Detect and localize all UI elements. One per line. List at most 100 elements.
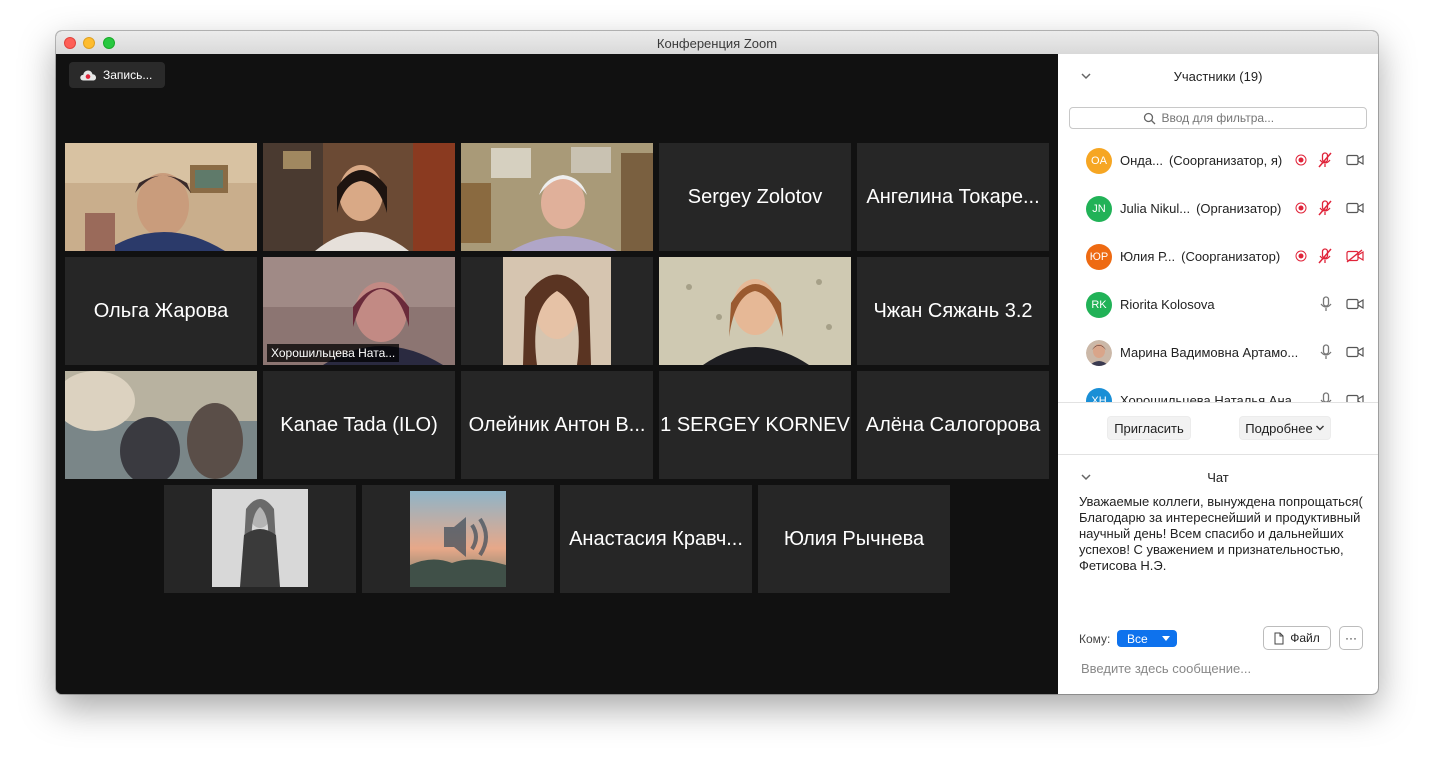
- participant-filter[interactable]: [1069, 107, 1367, 129]
- participant-row[interactable]: OA Онда... (Соорганизатор, я): [1058, 137, 1378, 185]
- more-options-label: Подробнее: [1245, 420, 1313, 436]
- video-camera-icon[interactable]: [1346, 154, 1364, 166]
- participant-name: Sergey Zolotov: [687, 185, 823, 208]
- record-label: Запись...: [103, 68, 153, 82]
- mic-muted-icon[interactable]: [1318, 200, 1332, 216]
- participant-row[interactable]: ЮР Юлия Р... (Соорганизатор): [1058, 233, 1378, 281]
- participant-row-name: Марина Вадимовна Артамо...: [1120, 345, 1299, 360]
- participant-name: Чжан Сяжань 3.2: [873, 299, 1033, 322]
- video-tile-1[interactable]: [65, 143, 257, 251]
- video-tile-3[interactable]: [461, 143, 653, 251]
- mic-icon[interactable]: [1320, 344, 1332, 360]
- recording-icon: [1295, 250, 1307, 262]
- participant-name: Ольга Жарова: [93, 299, 229, 322]
- chat-message-input[interactable]: [1079, 657, 1363, 679]
- participant-row-name: Riorita Kolosova: [1120, 297, 1215, 312]
- participant-video: [263, 143, 455, 251]
- video-tile-audio-avatar[interactable]: [362, 485, 554, 593]
- recording-icon: [1295, 154, 1307, 166]
- participant-name: 1 SERGEY KORNEV: [660, 413, 850, 436]
- cloud-record-icon: [80, 70, 97, 81]
- video-tile-5[interactable]: [65, 371, 257, 479]
- active-speaker-tile[interactable]: Хорошильцева Ната...: [263, 257, 455, 365]
- participant-row[interactable]: ХН Хорошильцева Наталья Ана...: [1058, 377, 1378, 402]
- file-button[interactable]: Файл: [1263, 626, 1331, 650]
- participant-role: (Соорганизатор): [1181, 249, 1281, 264]
- sidebar: Участники (19) OA Онда... (Соорганизатор,…: [1058, 54, 1378, 694]
- caret-down-icon: [1161, 635, 1170, 641]
- participant-tile-sergey-kornev[interactable]: 1 SERGEY KORNEV: [659, 371, 851, 479]
- video-tile-4[interactable]: [659, 257, 851, 365]
- video-camera-icon[interactable]: [1346, 298, 1364, 310]
- chevron-down-icon[interactable]: [1080, 71, 1092, 81]
- participant-tile-angelina[interactable]: Ангелина Токаре...: [857, 143, 1049, 251]
- mic-icon[interactable]: [1320, 392, 1332, 402]
- participant-tile-anastasia[interactable]: Анастасия Кравч...: [560, 485, 752, 593]
- video-camera-icon[interactable]: [1346, 394, 1364, 402]
- participant-tile-zhang[interactable]: Чжан Сяжань 3.2: [857, 257, 1049, 365]
- chevron-down-icon: [1315, 425, 1324, 431]
- video-tile-photo-bw[interactable]: [164, 485, 356, 593]
- mic-muted-icon[interactable]: [1318, 248, 1332, 264]
- file-icon: [1274, 632, 1284, 644]
- video-camera-icon[interactable]: [1346, 346, 1364, 358]
- window-title: Конференция Zoom: [656, 36, 778, 51]
- chat-title: Чат: [1207, 469, 1229, 485]
- mic-icon[interactable]: [1320, 296, 1332, 312]
- search-icon: [1143, 112, 1155, 124]
- participant-video: [461, 143, 653, 251]
- participant-row[interactable]: JN Julia Nikul... (Организатор): [1058, 185, 1378, 233]
- participant-name: Kanae Tada (ILO): [280, 413, 438, 436]
- participant-photo: [164, 485, 356, 593]
- chat-to-label: Кому:: [1079, 632, 1111, 646]
- participant-tile-sergey-zolotov[interactable]: Sergey Zolotov: [659, 143, 851, 251]
- participant-name: Олейник Антон В...: [468, 413, 646, 436]
- participant-row-name: Хорошильцева Наталья Ана...: [1120, 393, 1303, 402]
- participant-row[interactable]: Марина Вадимовна Артамо...: [1058, 329, 1378, 377]
- chat-recipient-value: Все: [1127, 631, 1148, 646]
- participant-role: (Соорганизатор, я): [1168, 153, 1283, 168]
- participant-tile-kanae-tada[interactable]: Kanae Tada (ILO): [263, 371, 455, 479]
- video-tile-photo[interactable]: [461, 257, 653, 365]
- participants-title: Участники (19): [1173, 68, 1263, 84]
- video-off-icon[interactable]: [1346, 249, 1364, 263]
- more-options-button[interactable]: Подробнее: [1239, 416, 1331, 440]
- zoom-window: Конференция Zoom Запись... Sergey Zoloto…: [56, 31, 1378, 694]
- video-camera-icon[interactable]: [1346, 202, 1364, 214]
- participant-video: [65, 371, 257, 479]
- avatar: ЮР: [1086, 244, 1112, 270]
- participant-caption: Хорошильцева Ната...: [267, 344, 400, 362]
- file-label: Файл: [1290, 631, 1320, 645]
- participant-tile-oleinik[interactable]: Олейник Антон В...: [461, 371, 653, 479]
- invite-button[interactable]: Пригласить: [1107, 416, 1191, 440]
- divider: [1058, 402, 1378, 403]
- participant-name: Алёна Салогорова: [865, 413, 1041, 436]
- participant-row-name: Юлия Р...: [1120, 249, 1176, 264]
- participant-tile-olga-zharova[interactable]: Ольга Жарова: [65, 257, 257, 365]
- avatar: RK: [1086, 292, 1112, 318]
- chat-more-button[interactable]: ···: [1339, 626, 1363, 650]
- mic-muted-icon[interactable]: [1318, 152, 1332, 168]
- participant-photo: [461, 257, 653, 365]
- record-button[interactable]: Запись...: [69, 62, 165, 88]
- participant-tile-yulia-rychneva[interactable]: Юлия Рычнева: [758, 485, 950, 593]
- participant-name: Юлия Рычнева: [783, 527, 925, 550]
- avatar: JN: [1086, 196, 1112, 222]
- recording-icon: [1295, 202, 1307, 214]
- speaker-avatar-icon: [362, 485, 554, 593]
- participant-row-name: Онда...: [1120, 153, 1163, 168]
- participant-row[interactable]: RK Riorita Kolosova: [1058, 281, 1378, 329]
- video-tile-2[interactable]: [263, 143, 455, 251]
- participant-name: Ангелина Токаре...: [866, 185, 1040, 208]
- avatar: OA: [1086, 148, 1112, 174]
- chat-recipient-select[interactable]: Все: [1117, 630, 1177, 647]
- chat-message: Уважаемые коллеги, вынуждена попрощаться…: [1079, 494, 1363, 573]
- participant-role: (Организатор): [1196, 201, 1282, 216]
- filter-input[interactable]: [1159, 110, 1294, 126]
- participants-header: Участники (19): [1058, 54, 1378, 98]
- chat-header: Чат: [1058, 455, 1378, 499]
- participant-tile-alena[interactable]: Алёна Салогорова: [857, 371, 1049, 479]
- title-bar: Конференция Zoom: [56, 31, 1378, 55]
- chevron-down-icon[interactable]: [1080, 472, 1092, 482]
- participant-name: Анастасия Кравч...: [569, 527, 743, 550]
